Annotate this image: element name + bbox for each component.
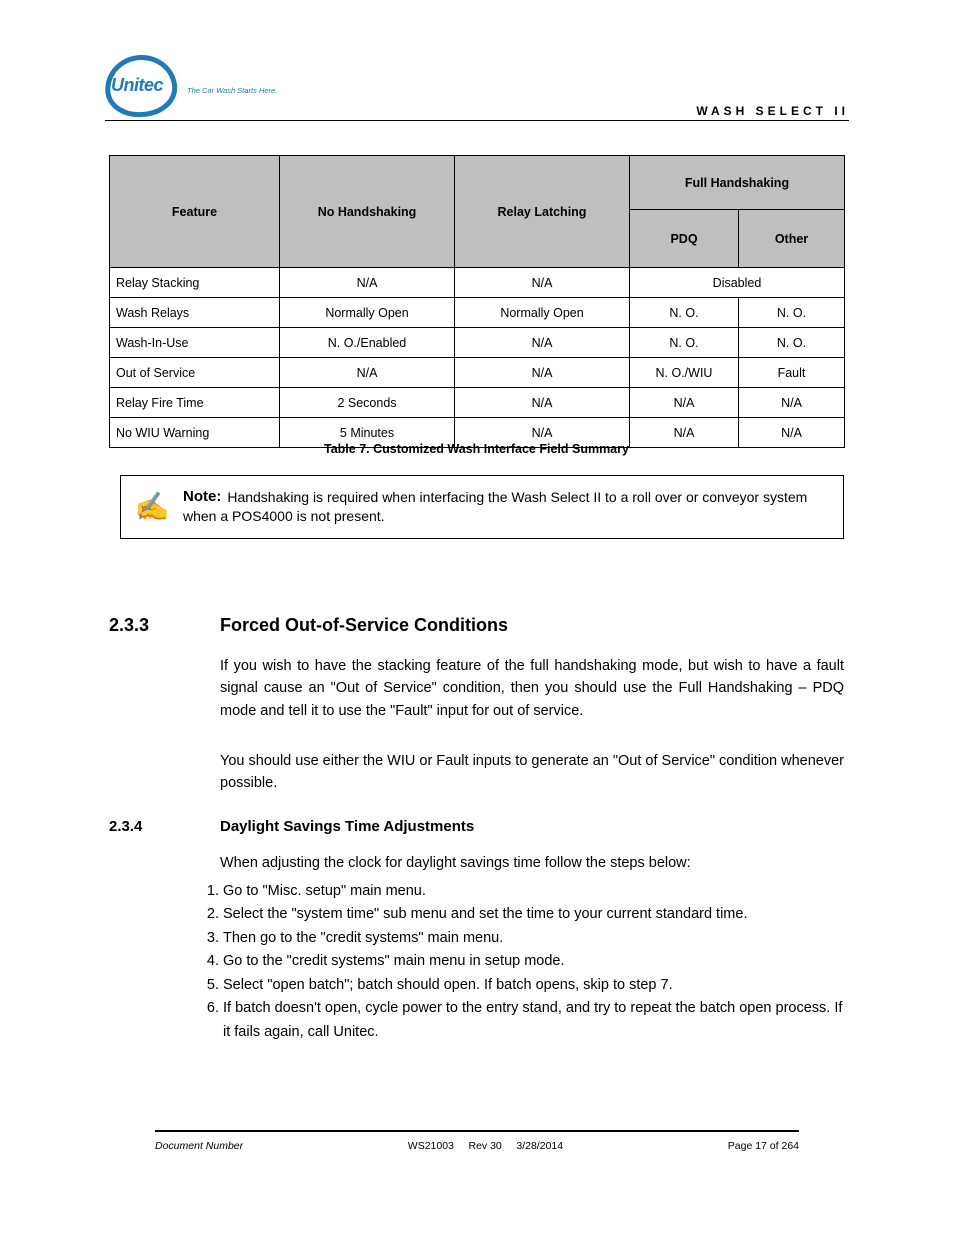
cell-feature: Out of Service: [110, 358, 280, 388]
cell: N/A: [455, 328, 630, 358]
cell: N/A: [280, 358, 455, 388]
note-box: ✍ Note: Handshaking is required when int…: [120, 475, 844, 539]
th-other: Other: [739, 210, 845, 268]
cell: Normally Open: [280, 298, 455, 328]
cell: N. O.: [630, 328, 739, 358]
logo-text: Unitec: [111, 75, 163, 96]
body-paragraph: You should use either the WIU or Fault i…: [220, 750, 844, 795]
section-number: 2.3.4: [109, 818, 142, 835]
cell: N/A: [455, 358, 630, 388]
document-header-title: WASH SELECT II: [696, 104, 849, 118]
footer-date: 3/28/2014: [516, 1140, 563, 1152]
list-item: Select the "system time" sub menu and se…: [223, 903, 844, 926]
cell: N/A: [630, 388, 739, 418]
footer-doc-num: WS21003: [408, 1140, 454, 1152]
cell: N/A: [455, 268, 630, 298]
pencil-icon: ✍: [133, 493, 171, 521]
cell: N. O.: [739, 298, 845, 328]
cell-feature: Wash Relays: [110, 298, 280, 328]
cell: 2 Seconds: [280, 388, 455, 418]
footer-rule: [155, 1130, 799, 1132]
footer-page: Page 17 of 264: [728, 1140, 799, 1152]
cell: Disabled: [630, 268, 845, 298]
cell-feature: Relay Fire Time: [110, 388, 280, 418]
body-paragraph: If you wish to have the stacking feature…: [220, 655, 844, 722]
procedure-list: Go to "Misc. setup" main menu. Select th…: [205, 880, 844, 1044]
page-footer: Document Number Page 17 of 264 WS21003 R…: [155, 1140, 799, 1152]
cell: N/A: [455, 388, 630, 418]
cell: N/A: [280, 268, 455, 298]
brand-logo: Unitec: [105, 55, 185, 123]
section-title: Forced Out-of-Service Conditions: [220, 615, 508, 636]
th-relay-latching: Relay Latching: [455, 156, 630, 268]
cell: Normally Open: [455, 298, 630, 328]
th-pdq: PDQ: [630, 210, 739, 268]
table-row: Wash-In-Use N. O./Enabled N/A N. O. N. O…: [110, 328, 845, 358]
cell: N. O.: [739, 328, 845, 358]
th-feature: Feature: [110, 156, 280, 268]
cell: N/A: [739, 388, 845, 418]
th-full-handshaking: Full Handshaking: [630, 156, 845, 210]
note-text: Handshaking is required when interfacing…: [183, 489, 807, 524]
section-title: Daylight Savings Time Adjustments: [220, 818, 474, 835]
cell-feature: Wash-In-Use: [110, 328, 280, 358]
section-number: 2.3.3: [109, 615, 149, 636]
th-no-handshaking: No Handshaking: [280, 156, 455, 268]
header-rule: [105, 120, 849, 121]
cell: Fault: [739, 358, 845, 388]
footer-rev: Rev 30: [469, 1140, 502, 1152]
list-item: Go to the "credit systems" main menu in …: [223, 950, 844, 973]
table-row: Out of Service N/A N/A N. O./WIU Fault: [110, 358, 845, 388]
cell: N. O.: [630, 298, 739, 328]
note-label: Note:: [183, 488, 221, 505]
body-paragraph: When adjusting the clock for daylight sa…: [220, 852, 844, 874]
footer-doc-label: Document Number: [155, 1140, 243, 1152]
list-item: If batch doesn't open, cycle power to th…: [223, 997, 844, 1044]
list-item: Go to "Misc. setup" main menu.: [223, 880, 844, 903]
list-item: Select "open batch"; batch should open. …: [223, 974, 844, 997]
wash-interface-table: Feature No Handshaking Relay Latching Fu…: [109, 155, 845, 448]
table-caption: Table 7. Customized Wash Interface Field…: [109, 442, 844, 456]
table-row: Relay Stacking N/A N/A Disabled: [110, 268, 845, 298]
table-row: Wash Relays Normally Open Normally Open …: [110, 298, 845, 328]
cell-feature: Relay Stacking: [110, 268, 280, 298]
cell: N. O./Enabled: [280, 328, 455, 358]
list-item: Then go to the "credit systems" main men…: [223, 927, 844, 950]
cell: N. O./WIU: [630, 358, 739, 388]
table-row: Relay Fire Time 2 Seconds N/A N/A N/A: [110, 388, 845, 418]
brand-tagline: The Car Wash Starts Here.: [187, 86, 277, 95]
